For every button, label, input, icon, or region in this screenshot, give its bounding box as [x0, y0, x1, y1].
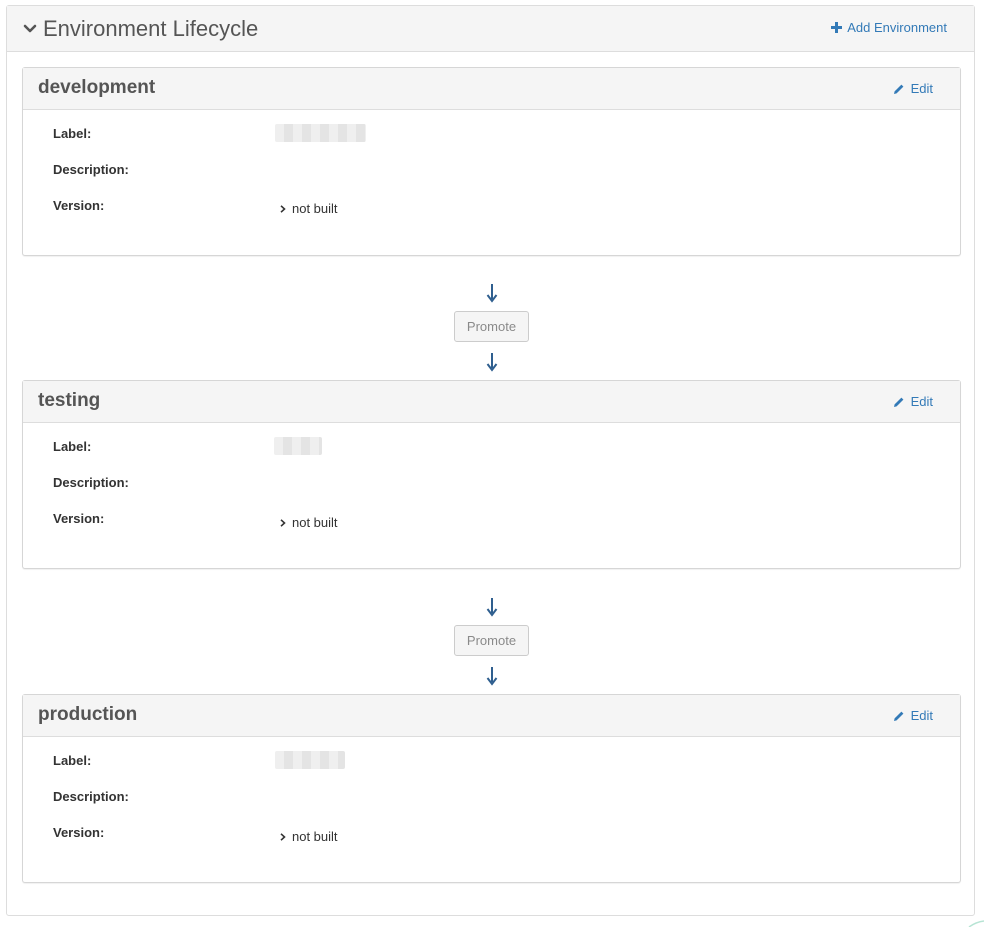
- description-field-label: Description:: [53, 475, 129, 490]
- version-toggle[interactable]: not built: [280, 515, 338, 530]
- pencil-icon: [893, 711, 903, 721]
- chevron-down-icon: [23, 24, 37, 33]
- plus-icon: [831, 22, 843, 33]
- edit-testing-button[interactable]: Edit: [893, 394, 933, 409]
- version-field-label: Version:: [53, 511, 105, 526]
- edit-label: Edit: [910, 394, 933, 409]
- environment-header: production Edit: [23, 695, 960, 737]
- version-value: not built: [292, 829, 338, 844]
- edit-production-button[interactable]: Edit: [893, 708, 933, 723]
- promote-button[interactable]: Promote: [454, 311, 529, 342]
- version-value: not built: [292, 201, 338, 216]
- add-environment-label: Add Environment: [847, 20, 947, 35]
- panel-title: Environment Lifecycle: [43, 16, 259, 41]
- chevron-right-icon: [280, 518, 286, 527]
- environment-name: testing: [38, 390, 101, 411]
- version-value: not built: [292, 515, 338, 530]
- version-toggle[interactable]: not built: [280, 829, 338, 844]
- environment-card-development: development Edit Label: Description: Ver…: [22, 67, 961, 256]
- environment-name: production: [38, 704, 138, 725]
- panel-header: Environment Lifecycle Add Environment: [7, 6, 974, 52]
- label-value-redacted: [275, 124, 366, 142]
- panel-title-toggle[interactable]: Environment Lifecycle: [23, 16, 258, 42]
- pencil-icon: [893, 84, 903, 94]
- add-environment-button[interactable]: Add Environment: [831, 20, 947, 35]
- edit-label: Edit: [910, 81, 933, 96]
- pencil-icon: [893, 397, 903, 407]
- label-field-label: Label:: [53, 753, 92, 768]
- label-field-label: Label:: [53, 126, 92, 141]
- environment-card-production: production Edit Label: Description: Vers…: [22, 694, 961, 883]
- arrow-down-icon: [486, 667, 498, 686]
- environment-header: development Edit: [23, 68, 960, 110]
- arrow-down-icon: [486, 598, 498, 617]
- label-field-label: Label:: [53, 439, 92, 454]
- chevron-right-icon: [280, 204, 286, 213]
- environment-header: testing Edit: [23, 381, 960, 423]
- label-value-redacted: [274, 437, 322, 455]
- environment-lifecycle-panel: Environment Lifecycle Add Environment de…: [6, 5, 975, 916]
- edit-label: Edit: [910, 708, 933, 723]
- promote-button[interactable]: Promote: [454, 625, 529, 656]
- version-field-label: Version:: [53, 198, 105, 213]
- corner-decoration: [968, 920, 984, 927]
- label-value-redacted: [275, 751, 345, 769]
- edit-development-button[interactable]: Edit: [893, 81, 933, 96]
- version-toggle[interactable]: not built: [280, 201, 338, 216]
- description-field-label: Description:: [53, 162, 129, 177]
- environment-name: development: [38, 77, 156, 98]
- version-field-label: Version:: [53, 825, 105, 840]
- arrow-down-icon: [486, 353, 498, 372]
- environment-card-testing: testing Edit Label: Description: Version…: [22, 380, 961, 569]
- chevron-right-icon: [280, 832, 286, 841]
- description-field-label: Description:: [53, 789, 129, 804]
- arrow-down-icon: [486, 284, 498, 303]
